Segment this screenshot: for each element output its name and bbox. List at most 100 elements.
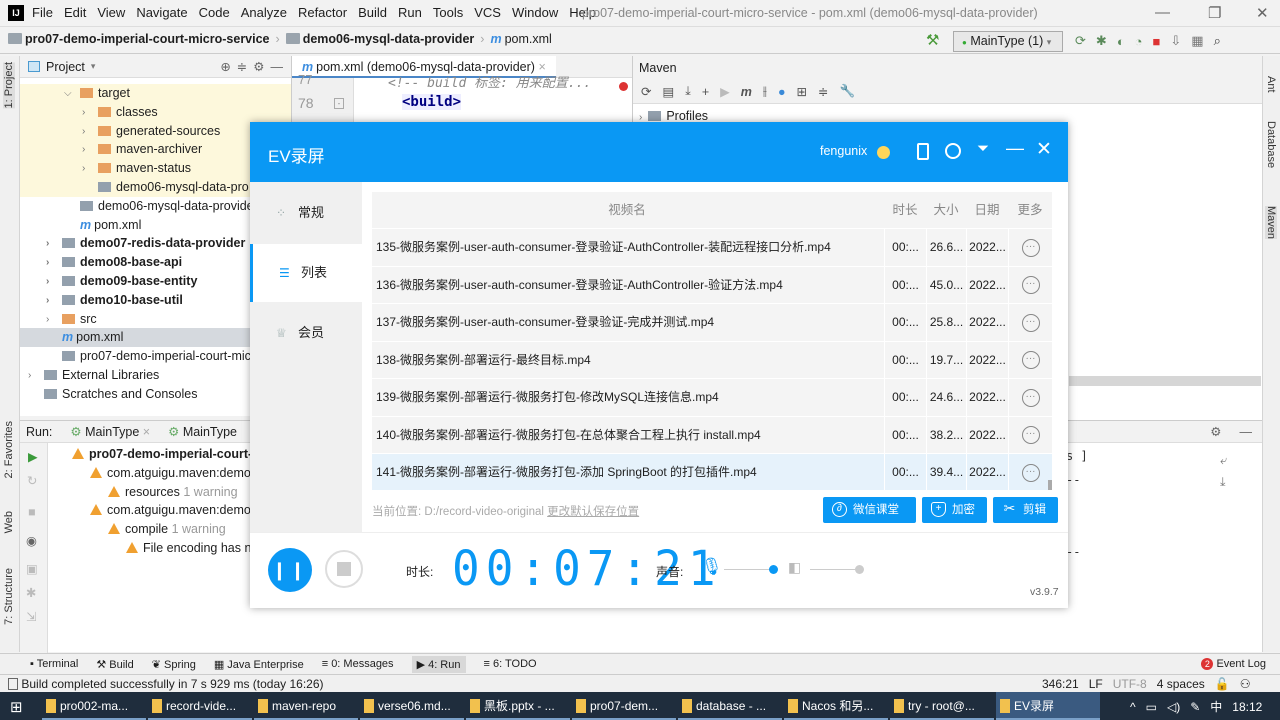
restore-button[interactable]: ❐ xyxy=(1208,4,1221,22)
status-message[interactable]: Build completed successfully in 7 s 929 … xyxy=(8,677,324,691)
network-icon[interactable]: ▭ xyxy=(1146,700,1157,714)
more-options-icon[interactable]: ··· xyxy=(1021,238,1040,257)
tool-java-enterprise[interactable]: ▦ Java Enterprise xyxy=(214,658,304,671)
more-options-icon[interactable]: ··· xyxy=(1021,426,1040,445)
soft-wrap-icon[interactable]: ⤶ ⤓ xyxy=(1220,449,1227,493)
clock[interactable]: 18:12 xyxy=(1232,700,1262,714)
username[interactable]: fengunix xyxy=(820,144,867,158)
taskbar-item[interactable]: try - root@... xyxy=(890,692,994,720)
column-header-date[interactable]: 日期 xyxy=(966,192,1008,228)
close-window-button[interactable]: ✕ xyxy=(1256,4,1269,22)
indent-setting[interactable]: 4 spaces xyxy=(1157,677,1205,691)
windows-start-icon[interactable]: ⊞ xyxy=(10,698,23,716)
chevron-right-icon[interactable]: › xyxy=(82,122,85,141)
mobile-icon[interactable] xyxy=(917,143,929,160)
build-hammer-icon[interactable]: ⚒ xyxy=(926,31,939,49)
nav-general[interactable]: ⁘ 常规 xyxy=(250,184,362,242)
event-log[interactable]: 2 Event Log xyxy=(1201,658,1266,670)
edit-button[interactable]: ✂ 剪辑 xyxy=(993,497,1058,523)
gear-icon[interactable]: ⚙ xyxy=(1210,424,1221,439)
close-icon[interactable]: ✕ xyxy=(1036,138,1052,161)
column-header-duration[interactable]: 时长 xyxy=(884,192,926,228)
mic-volume-slider[interactable] xyxy=(724,569,776,570)
chevron-right-icon[interactable]: › xyxy=(28,366,31,385)
menu-navigate[interactable]: Navigate xyxy=(136,5,187,20)
run-configuration-select[interactable]: ● MainType (1) ▾ xyxy=(953,31,1063,52)
tool-maven[interactable]: Maven xyxy=(1265,206,1277,240)
video-row[interactable]: 137-微服务案例-user-auth-consumer-登录验证-完成并测试.… xyxy=(372,303,1052,341)
run-tab[interactable]: ⚙ MainType × xyxy=(70,424,150,439)
collapse-all-icon[interactable]: ≑ xyxy=(237,59,247,74)
column-header-name[interactable]: 视频名 xyxy=(372,192,882,228)
taskbar-item[interactable]: database - ... xyxy=(678,692,782,720)
video-row[interactable]: 141-微服务案例-部署运行-微服务打包-添加 SpringBoot 的打包插件… xyxy=(372,453,1052,490)
pen-icon[interactable]: ✎ xyxy=(1190,700,1200,714)
hide-icon[interactable]: — xyxy=(271,60,284,74)
change-path-link[interactable]: 更改默认保存位置 xyxy=(547,506,639,518)
add-folder-icon[interactable]: ▤ xyxy=(662,84,674,99)
chevron-right-icon[interactable]: › xyxy=(46,272,49,291)
taskbar-item[interactable]: EV录屏 xyxy=(996,692,1100,720)
menu-edit[interactable]: Edit xyxy=(64,5,86,20)
collapse-icon[interactable]: ≑ xyxy=(818,84,828,99)
menu-code[interactable]: Code xyxy=(199,5,230,20)
tool-database[interactable]: Database xyxy=(1265,121,1277,168)
table-scrollbar[interactable] xyxy=(1048,480,1052,490)
bug-icon[interactable]: ✱ xyxy=(26,585,36,600)
tree-item-profiles[interactable]: › Profiles xyxy=(639,109,708,123)
chevron-down-icon[interactable]: ▾ xyxy=(91,61,96,72)
tool-ant[interactable]: Ant xyxy=(1265,76,1277,93)
chevron-right-icon[interactable]: › xyxy=(82,140,85,159)
mic-volume-knob[interactable] xyxy=(769,565,779,574)
wechat-class-button[interactable]: ∂ 微信课堂 xyxy=(823,497,916,523)
minimize-icon[interactable]: — xyxy=(1006,138,1024,159)
menu-refactor[interactable]: Refactor xyxy=(298,5,347,20)
stop-button[interactable] xyxy=(325,550,363,588)
eye-icon[interactable]: ◉ xyxy=(26,533,37,548)
nav-list[interactable]: ☰ 列表 xyxy=(250,244,362,302)
search-icon[interactable]: ⌕ xyxy=(1214,33,1221,49)
settings-icon[interactable] xyxy=(945,143,961,159)
tree-item[interactable]: › classes xyxy=(20,102,291,122)
skip-tests-icon[interactable]: ● xyxy=(778,85,786,99)
run-tab[interactable]: ⚙ MainType xyxy=(168,424,237,439)
breadcrumb-module[interactable]: demo06-mysql-data-provider xyxy=(285,32,474,46)
import-icon[interactable]: ⇲ xyxy=(26,609,36,624)
camera-icon[interactable]: ▣ xyxy=(26,561,38,576)
video-row[interactable]: 138-微服务案例-部署运行-最终目标.mp4 00:... 19.7... 2022… xyxy=(372,340,1052,379)
run-icon[interactable]: ▶ xyxy=(28,449,38,464)
encrypt-button[interactable]: + 加密 xyxy=(922,497,987,523)
column-header-size[interactable]: 大小 xyxy=(926,192,966,228)
taskbar-item[interactable]: 黑板.pptx - ... xyxy=(466,692,570,720)
volume-icon[interactable]: ◁) xyxy=(1167,700,1180,714)
tool-build[interactable]: ⚒ Build xyxy=(96,658,133,671)
menu-build[interactable]: Build xyxy=(358,5,387,20)
rerun-failed-icon[interactable]: ↻ xyxy=(27,473,37,488)
more-options-icon[interactable]: ··· xyxy=(1021,313,1040,332)
chevron-down-icon[interactable]: ⌵ xyxy=(64,84,72,103)
tool-run[interactable]: ▶ 4: Run xyxy=(411,655,466,673)
breadcrumb-file[interactable]: m pom.xml xyxy=(490,32,551,46)
more-options-icon[interactable]: ··· xyxy=(1021,276,1040,295)
video-row[interactable]: 135-微服务案例-user-auth-consumer-登录验证-AuthCo… xyxy=(372,228,1052,266)
chevron-up-icon[interactable]: ^ xyxy=(1130,700,1136,714)
tool-spring[interactable]: ❦ Spring xyxy=(152,658,196,671)
horizontal-scrollbar[interactable] xyxy=(1069,376,1261,386)
wrench-icon[interactable]: 🔧 xyxy=(839,84,855,99)
rerun-icon[interactable]: ⟳ xyxy=(1075,33,1086,49)
chevron-right-icon[interactable]: › xyxy=(46,234,49,253)
locate-icon[interactable]: ⊕ xyxy=(220,59,230,74)
video-row[interactable]: 140-微服务案例-部署运行-微服务打包-在总体聚合工程上执行 install.… xyxy=(372,415,1052,454)
inspector-icon[interactable]: ⚇ xyxy=(1240,677,1251,691)
code-comment[interactable]: <!-- build 标签: 用来配置... xyxy=(388,72,618,91)
menu-vcs[interactable]: VCS xyxy=(474,5,501,20)
stop-icon[interactable]: ■ xyxy=(1153,34,1161,49)
more-options-icon[interactable]: ··· xyxy=(1021,351,1040,370)
more-options-icon[interactable]: ··· xyxy=(1021,463,1040,482)
chevron-right-icon[interactable]: › xyxy=(46,253,49,272)
tool-terminal[interactable]: ▪ Terminal xyxy=(30,658,78,670)
tool-structure[interactable]: 7: Structure xyxy=(3,568,15,625)
chevron-right-icon[interactable]: › xyxy=(46,291,49,310)
line-separator[interactable]: LF xyxy=(1089,677,1103,691)
coverage-icon[interactable]: ◐ xyxy=(1117,34,1125,49)
